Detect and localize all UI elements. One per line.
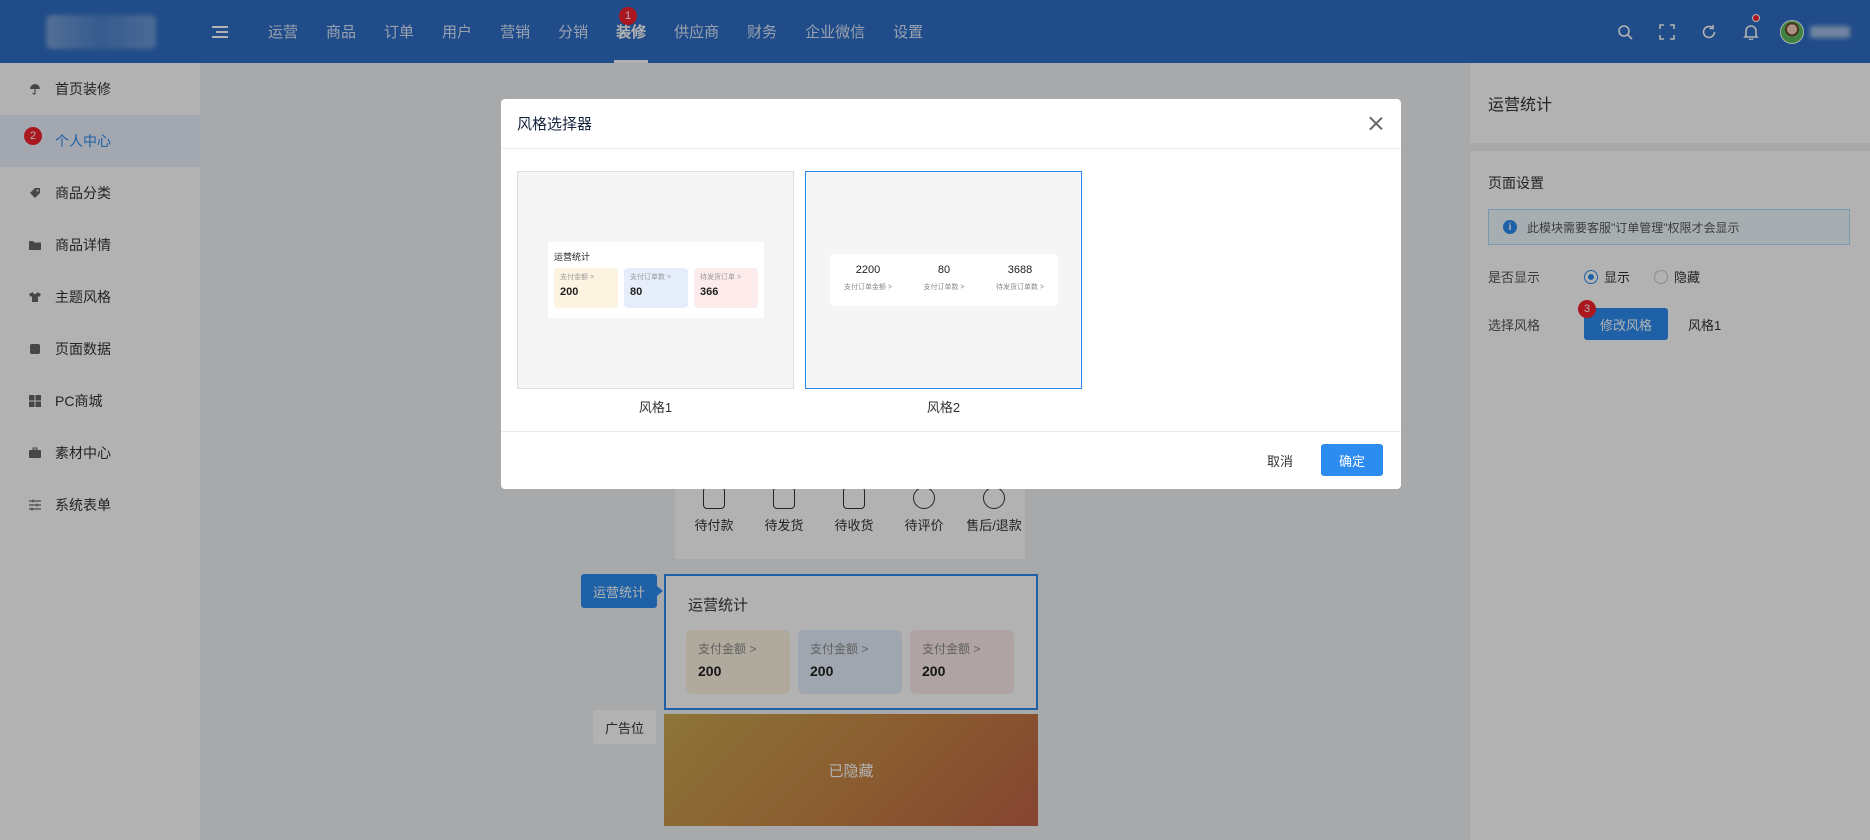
style-option-2[interactable]: 2200 支付订单金额 > 80 支付订单数 > 3688 待发货订单数 > 风格2 [805,171,1082,416]
cancel-button[interactable]: 取消 [1267,451,1293,470]
style-option-1[interactable]: 运营统计 支付金额 >200 支付订单数 >80 待发货订单 >366 风格1 [517,171,794,416]
style-preview-frame[interactable]: 运营统计 支付金额 >200 支付订单数 >80 待发货订单 >366 [517,171,794,389]
style-picker-dialog: 风格选择器 运营统计 支付金额 >200 支付订单数 >80 待发货订单 >36… [501,99,1401,489]
style-preview-frame[interactable]: 2200 支付订单金额 > 80 支付订单数 > 3688 待发货订单数 > [805,171,1082,389]
close-icon[interactable] [1365,113,1387,135]
style-option-name: 风格1 [638,400,673,415]
dialog-title: 风格选择器 [517,116,593,133]
confirm-button[interactable]: 确定 [1320,444,1383,476]
style-preview-2: 2200 支付订单金额 > 80 支付订单数 > 3688 待发货订单数 > [830,254,1058,306]
style-option-name: 风格2 [926,400,961,415]
style-preview-1: 运营统计 支付金额 >200 支付订单数 >80 待发货订单 >366 [548,242,764,318]
